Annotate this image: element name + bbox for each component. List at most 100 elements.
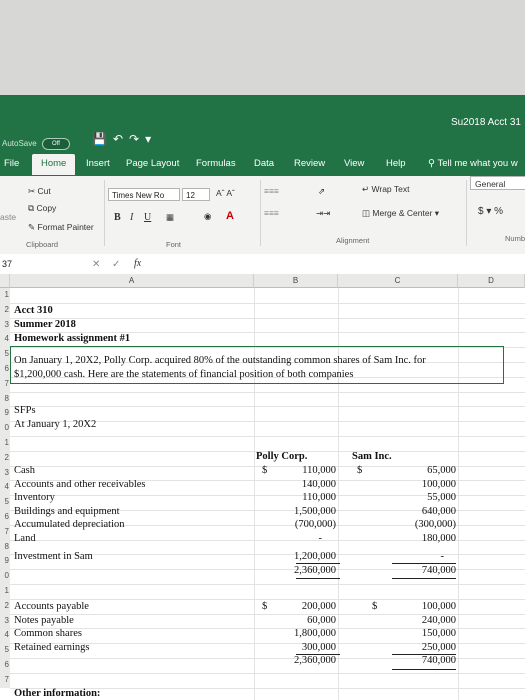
- cell-date-heading[interactable]: At January 1, 20X2: [14, 419, 96, 431]
- sam-value[interactable]: 65,000: [376, 465, 456, 477]
- polly-total-liabilities-equity[interactable]: 2,360,000: [256, 655, 336, 667]
- polly-value[interactable]: 1,200,000: [256, 551, 336, 563]
- row-header[interactable]: 8: [0, 391, 10, 407]
- tab-review[interactable]: Review: [294, 158, 325, 169]
- number-format-select[interactable]: General: [470, 176, 525, 190]
- polly-value[interactable]: 300,000: [256, 642, 336, 654]
- polly-value[interactable]: 110,000: [256, 492, 336, 504]
- sam-value[interactable]: (300,000): [376, 519, 456, 531]
- asset-label[interactable]: Inventory: [14, 492, 55, 504]
- tab-page-layout[interactable]: Page Layout: [126, 158, 179, 169]
- row-header[interactable]: 1: [0, 436, 10, 451]
- polly-value[interactable]: 60,000: [256, 615, 336, 627]
- cell-other-information[interactable]: Other information:: [14, 688, 100, 700]
- font-name-select[interactable]: Times New Ro: [108, 188, 180, 201]
- polly-value[interactable]: 140,000: [256, 479, 336, 491]
- sam-total-liabilities-equity[interactable]: 740,000: [376, 655, 456, 667]
- row-header[interactable]: 1: [0, 288, 10, 303]
- row-header[interactable]: 4: [0, 628, 10, 644]
- row-header[interactable]: 9: [0, 406, 10, 422]
- tab-insert[interactable]: Insert: [86, 158, 110, 169]
- row-header[interactable]: 8: [0, 539, 10, 555]
- sam-value[interactable]: 250,000: [376, 642, 456, 654]
- save-icon[interactable]: 💾: [92, 132, 113, 146]
- italic-button[interactable]: I: [130, 212, 133, 223]
- row-header[interactable]: 6: [0, 510, 10, 525]
- sam-value[interactable]: 100,000: [376, 479, 456, 491]
- paste-button[interactable]: aste: [0, 212, 16, 222]
- row-header[interactable]: 1: [0, 584, 10, 599]
- asset-label[interactable]: Accounts and other receivables: [14, 479, 146, 491]
- sam-value[interactable]: 150,000: [376, 628, 456, 640]
- column-header-d[interactable]: D: [458, 274, 525, 288]
- sam-total-assets[interactable]: 740,000: [376, 565, 456, 577]
- orientation-icon[interactable]: ⇗: [318, 186, 325, 197]
- customize-qat-icon[interactable]: ▾: [145, 132, 157, 146]
- font-size-select[interactable]: 12: [182, 188, 210, 201]
- name-box[interactable]: 37: [0, 256, 72, 272]
- insert-function-icon[interactable]: fx: [134, 258, 141, 269]
- bold-button[interactable]: B: [114, 212, 121, 223]
- row-header[interactable]: 3: [0, 317, 10, 333]
- autosave-switch[interactable]: Off: [41, 138, 70, 150]
- cell-intro-line1[interactable]: On January 1, 20X2, Polly Corp. acquired…: [14, 355, 426, 367]
- tab-home[interactable]: Home: [32, 154, 76, 175]
- grow-font-icon[interactable]: Aˆ Aˇ: [216, 188, 235, 198]
- tab-help[interactable]: Help: [386, 158, 406, 169]
- select-all-corner[interactable]: [0, 274, 10, 288]
- row-header[interactable]: 3: [0, 613, 10, 629]
- sam-value[interactable]: 640,000: [376, 506, 456, 518]
- asset-label[interactable]: Land: [14, 533, 36, 545]
- align-top-icon[interactable]: ≡≡≡: [264, 186, 279, 196]
- cell-intro-line2[interactable]: $1,200,000 cash. Here are the statements…: [14, 369, 353, 381]
- row-header[interactable]: 0: [0, 569, 10, 584]
- polly-total-assets[interactable]: 2,360,000: [256, 565, 336, 577]
- column-header-a[interactable]: A: [10, 274, 254, 288]
- polly-value[interactable]: -: [242, 533, 323, 545]
- asset-label[interactable]: Buildings and equipment: [14, 506, 120, 518]
- undo-icon[interactable]: ↶: [113, 132, 129, 146]
- row-header[interactable]: 5: [0, 643, 10, 658]
- tab-file[interactable]: File: [4, 158, 19, 169]
- row-header[interactable]: 5: [0, 347, 10, 362]
- align-left-icon[interactable]: ≡≡≡: [264, 208, 279, 218]
- redo-icon[interactable]: ↷: [129, 132, 145, 146]
- sam-value[interactable]: 240,000: [376, 615, 456, 627]
- borders-icon[interactable]: ▦: [166, 212, 174, 223]
- format-painter-button[interactable]: ✎ Format Painter: [28, 222, 94, 233]
- header-sam[interactable]: Sam Inc.: [352, 451, 392, 463]
- column-header-c[interactable]: C: [338, 274, 458, 288]
- polly-value[interactable]: 200,000: [256, 601, 336, 613]
- underline-button[interactable]: U: [144, 212, 151, 223]
- wrap-text-button[interactable]: ↵ Wrap Text: [362, 184, 409, 195]
- liability-label[interactable]: Accounts payable: [14, 601, 89, 613]
- row-header[interactable]: 7: [0, 376, 10, 392]
- sam-currency-sign[interactable]: $: [357, 465, 362, 477]
- asset-label[interactable]: Investment in Sam: [14, 551, 93, 563]
- cell-title-assignment[interactable]: Homework assignment #1: [14, 333, 130, 345]
- column-header-b[interactable]: B: [254, 274, 338, 288]
- sam-investment-dash[interactable]: -: [364, 551, 445, 563]
- row-header[interactable]: 7: [0, 672, 10, 688]
- liability-label[interactable]: Retained earnings: [14, 642, 90, 654]
- tell-me-box[interactable]: ⚲ Tell me what you w: [428, 158, 518, 169]
- liability-label[interactable]: Notes payable: [14, 615, 74, 627]
- row-header[interactable]: 9: [0, 554, 10, 570]
- row-header[interactable]: 0: [0, 421, 10, 436]
- asset-label[interactable]: Accumulated depreciation: [14, 519, 125, 531]
- cut-button[interactable]: ✂ Cut: [28, 186, 51, 197]
- cancel-icon[interactable]: ✕: [92, 259, 100, 270]
- row-header[interactable]: 4: [0, 480, 10, 496]
- fill-color-icon[interactable]: ◉: [204, 211, 211, 222]
- row-header[interactable]: 6: [0, 362, 10, 377]
- polly-value[interactable]: (700,000): [256, 519, 336, 531]
- currency-button[interactable]: $ ▾ %: [478, 206, 503, 217]
- check-icon[interactable]: ✓: [112, 259, 120, 270]
- liability-label[interactable]: Common shares: [14, 628, 82, 640]
- row-header[interactable]: 2: [0, 450, 10, 466]
- row-header[interactable]: 6: [0, 658, 10, 673]
- row-header[interactable]: 3: [0, 465, 10, 481]
- font-color-icon[interactable]: A: [226, 210, 234, 222]
- cell-title-course[interactable]: Acct 310: [14, 305, 53, 317]
- indent-icon[interactable]: ⇥⇥: [316, 208, 330, 219]
